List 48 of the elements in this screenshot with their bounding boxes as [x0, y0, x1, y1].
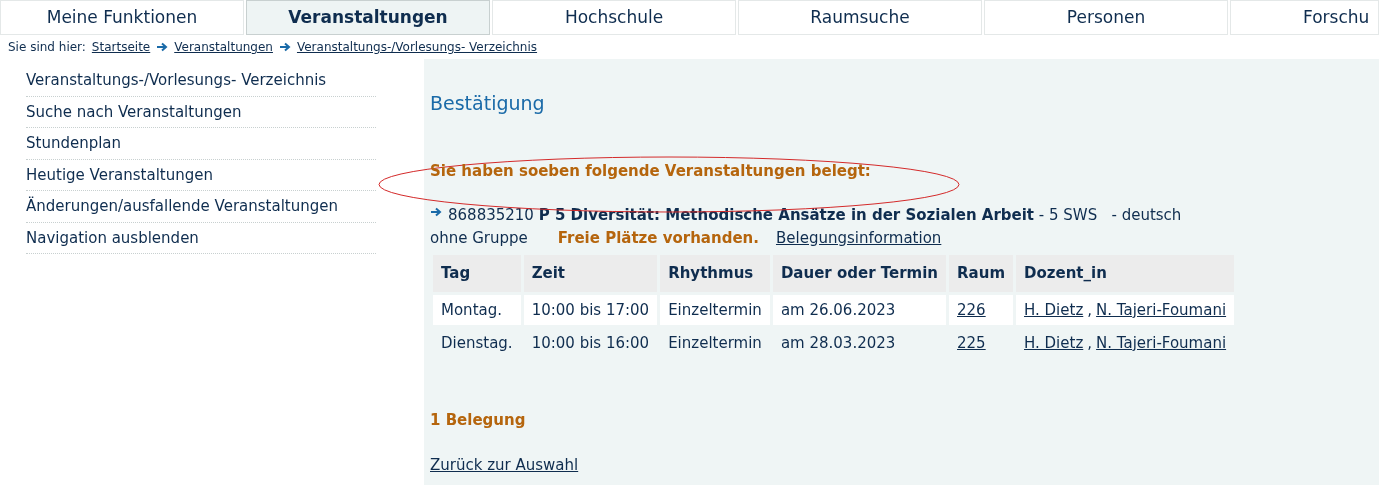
breadcrumb-label: Sie sind hier:: [8, 39, 86, 56]
lecturer-link[interactable]: H. Dietz: [1024, 300, 1084, 319]
column-header: Dozent_in: [1016, 255, 1235, 292]
sidebar-link[interactable]: Heutige Veranstaltungen: [26, 159, 376, 191]
breadcrumb-link[interactable]: Veranstaltungen: [174, 38, 273, 56]
table-cell-text: am 28.03.2023: [779, 332, 897, 354]
lecturer-link[interactable]: H. Dietz: [1024, 333, 1084, 352]
nav-tab[interactable]: Personen: [984, 0, 1228, 35]
nav-tab[interactable]: Veranstaltungen: [246, 0, 490, 35]
breadcrumb-link[interactable]: Veranstaltungs-/Vorlesungs- Verzeichnis: [296, 38, 538, 56]
nav-tab[interactable]: Meine Funktionen: [0, 0, 244, 35]
table-cell-text: Einzeltermin: [667, 332, 763, 354]
sidebar-link[interactable]: Navigation ausblenden: [26, 222, 376, 254]
breadcrumb-link[interactable]: Startseite: [91, 38, 151, 56]
separator-text: ,: [1087, 333, 1093, 352]
lecturer-link[interactable]: N. Tajeri-Foumani: [1096, 300, 1227, 319]
table-cell: 10:00 bis 17:00: [523, 295, 658, 325]
column-header: Dauer oder Termin: [772, 255, 947, 292]
column-header: Tag: [433, 255, 521, 292]
page-heading: Bestätigung: [430, 91, 546, 116]
confirmation-message: Sie haben soeben folgende Veranstaltungen belegt:: [430, 160, 872, 182]
course-title: 868835210 P 5 Diversität: Methodische Ansätze in der Sozialen Arbeit - 5 SWS - deutsch: [448, 205, 1182, 226]
sidebar-link[interactable]: Stundenplan: [26, 128, 376, 160]
column-header: Raum: [949, 255, 1013, 292]
table-cell: Montag.: [433, 295, 521, 325]
sidebar-link[interactable]: Änderungen/ausfallende Veranstaltungen: [26, 191, 376, 223]
group-text: ohne Gruppe: [430, 227, 528, 249]
booking-count: 1 Belegung: [430, 410, 527, 431]
room-link[interactable]: 225: [957, 333, 986, 352]
table-cell-text: 10:00 bis 16:00: [530, 332, 651, 354]
lecturer-link[interactable]: N. Tajeri-Foumani: [1096, 333, 1227, 352]
sidebar-link[interactable]: Suche nach Veranstaltungen: [26, 96, 376, 128]
table-cell-text: Dienstag.: [440, 332, 514, 354]
info-link[interactable]: Belegungsinformation: [775, 226, 942, 249]
nav-tab[interactable]: Forschu: [1230, 0, 1379, 35]
availability-text: Freie Plätze vorhanden.: [557, 227, 759, 249]
table-cell: Einzeltermin: [660, 295, 770, 325]
column-header: Zeit: [523, 255, 658, 292]
arrow-icon: [430, 206, 442, 218]
sidebar-link[interactable]: Veranstaltungs-/Vorlesungs- Verzeichnis: [26, 65, 376, 97]
nav-tab[interactable]: Raumsuche: [738, 0, 982, 35]
nav-tab[interactable]: Hochschule: [492, 0, 736, 35]
column-header: Rhythmus: [660, 255, 770, 292]
arrow-icon: [278, 41, 291, 53]
back-link[interactable]: Zurück zur Auswahl: [430, 453, 579, 476]
table-cell: am 26.06.2023: [772, 295, 947, 325]
separator-text: ,: [1087, 300, 1093, 319]
arrow-icon: [156, 41, 169, 53]
